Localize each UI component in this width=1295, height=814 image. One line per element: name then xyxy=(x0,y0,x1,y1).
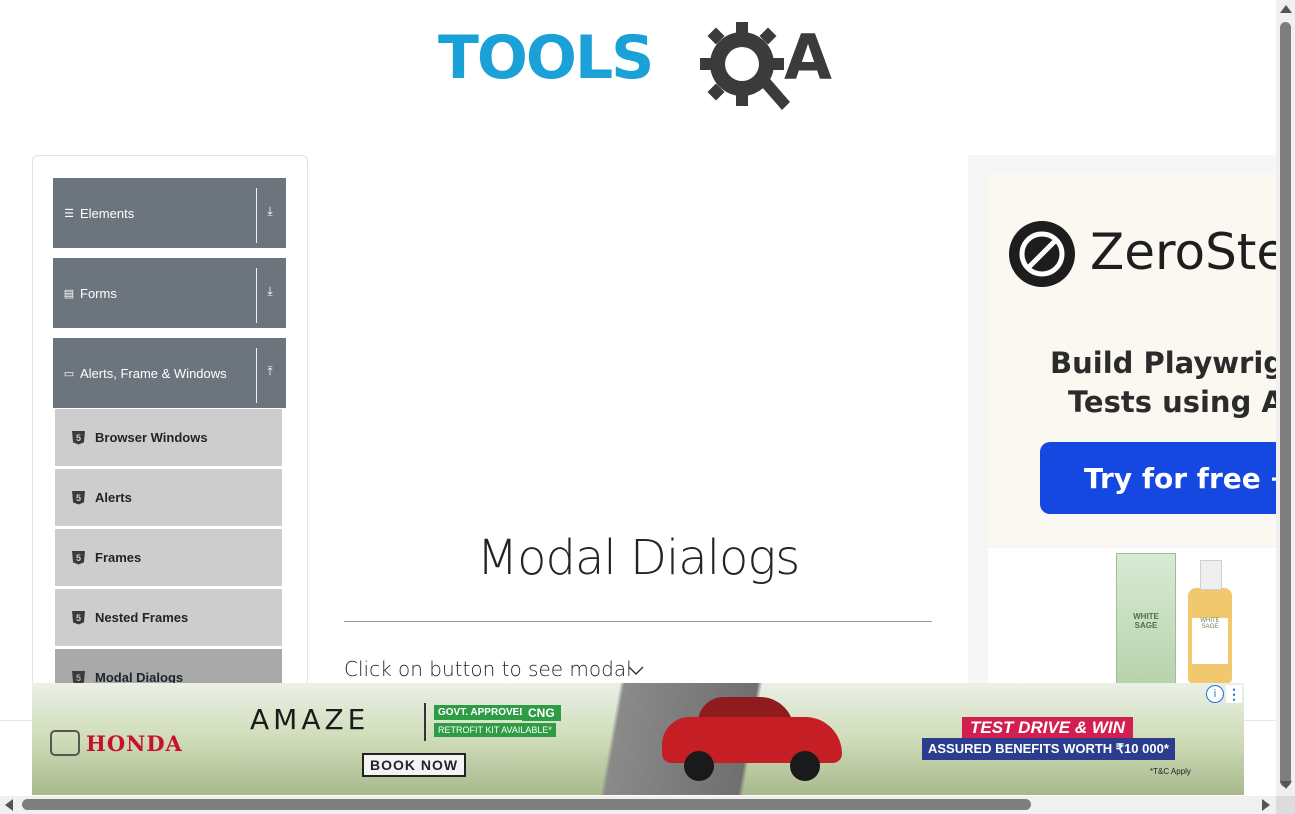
benefits-banner: ASSURED BENEFITS WORTH ₹10 000* xyxy=(922,738,1175,760)
product-box-label: WHITE SAGE xyxy=(1133,612,1159,630)
car-wheel xyxy=(684,751,714,781)
ad-more-options-icon[interactable]: ⋮ xyxy=(1226,685,1242,703)
group-forms[interactable]: ▤ Forms ⤓ xyxy=(53,258,286,328)
horizontal-scrollbar[interactable] xyxy=(0,796,1276,814)
gear-magnifier-icon xyxy=(700,22,790,110)
ad-model: AMAZE xyxy=(250,703,370,736)
vertical-scroll-thumb[interactable] xyxy=(1280,22,1291,787)
govt-approved-badge: GOVT. APPROVED xyxy=(434,705,531,720)
divider xyxy=(256,268,257,323)
html5-icon: 5 xyxy=(72,550,85,565)
product-image[interactable]: WHITE SAGE WHITE SAGE xyxy=(988,548,1276,685)
toolsqa-logo[interactable]: TOOLS A xyxy=(438,18,842,114)
divider xyxy=(256,348,257,403)
car-wheel xyxy=(790,751,820,781)
page-title: Modal Dialogs xyxy=(476,530,800,586)
bottom-advertisement[interactable]: HONDA AMAZE GOVT. APPROVED CNG RETROFIT … xyxy=(32,683,1244,795)
window-icon: ▭ xyxy=(63,367,75,380)
sidebar-item-alerts[interactable]: 5 Alerts xyxy=(55,469,282,526)
download-arrow-icon: ⤓ xyxy=(267,204,273,218)
horizontal-scroll-thumb[interactable] xyxy=(22,799,1031,810)
group-label: Elements xyxy=(80,205,135,221)
logo-text-a: A xyxy=(784,21,832,94)
title-divider xyxy=(344,621,932,622)
ad-headline-2: Tests using A xyxy=(1068,385,1276,419)
vertical-scrollbar[interactable] xyxy=(1276,0,1295,796)
right-advertisement[interactable]: ZeroSte Build Playwrigh Tests using A Tr… xyxy=(968,155,1276,685)
sidebar-item-label: Frames xyxy=(95,550,142,565)
group-elements[interactable]: ☰ Elements ⤓ xyxy=(53,178,286,248)
html5-icon: 5 xyxy=(72,490,85,505)
scrollbar-corner xyxy=(1276,796,1295,814)
spray-label: WHITE SAGE xyxy=(1192,618,1228,664)
divider xyxy=(256,188,257,243)
upload-arrow-icon: ⤒ xyxy=(267,364,273,378)
cng-badge: CNG xyxy=(522,705,561,721)
zerostep-logo-icon xyxy=(1009,221,1075,287)
product-box: WHITE SAGE xyxy=(1116,553,1176,685)
sidebar-item-label: Browser Windows xyxy=(95,430,208,445)
chevron-down-icon xyxy=(628,666,644,675)
html5-icon: 5 xyxy=(72,430,85,445)
scroll-up-arrow-icon[interactable] xyxy=(1280,5,1292,13)
ad-info-icon[interactable]: i xyxy=(1206,685,1224,703)
scroll-left-arrow-icon[interactable] xyxy=(5,799,13,811)
sidebar-item-browser-windows[interactable]: 5 Browser Windows xyxy=(55,409,282,466)
menu-icon: ☰ xyxy=(64,207,74,220)
divider xyxy=(424,703,426,741)
retrofit-badge: RETROFIT KIT AVAILABLE* xyxy=(434,723,556,737)
form-icon: ▤ xyxy=(63,287,75,300)
group-alerts-frame-windows[interactable]: ▭ Alerts, Frame & Windows ⤒ xyxy=(53,338,286,408)
spray-bottle: WHITE SAGE xyxy=(1188,560,1232,683)
instruction-text: Click on button to see modal xyxy=(344,657,632,681)
ad-headline-1: Build Playwrigh xyxy=(1050,346,1276,380)
test-drive-banner: TEST DRIVE & WIN xyxy=(962,717,1133,739)
logo-text-tools: TOOLS xyxy=(438,23,654,93)
honda-h-icon xyxy=(50,730,80,756)
honda-logo: HONDA xyxy=(50,730,183,756)
sidebar-item-frames[interactable]: 5 Frames xyxy=(55,529,282,586)
download-arrow-icon: ⤓ xyxy=(267,284,273,298)
sidebar-item-label: Nested Frames xyxy=(95,610,189,625)
honda-brand: HONDA xyxy=(86,730,183,756)
terms-text: *T&C Apply xyxy=(1150,767,1191,776)
ad-brand: ZeroSte xyxy=(1090,223,1276,281)
sidebar-item-label: Alerts xyxy=(95,490,132,505)
try-for-free-button[interactable]: Try for free → xyxy=(1040,442,1276,514)
book-now-button[interactable]: BOOK NOW xyxy=(362,753,467,777)
spray-cap xyxy=(1200,560,1222,590)
group-label: Alerts, Frame & Windows xyxy=(80,365,227,381)
scroll-down-arrow-icon[interactable] xyxy=(1280,781,1292,789)
car-image xyxy=(662,695,842,781)
group-label: Forms xyxy=(80,285,117,301)
scroll-right-arrow-icon[interactable] xyxy=(1262,799,1270,811)
ad-panel: ZeroSte Build Playwrigh Tests using A Tr… xyxy=(988,173,1276,545)
html5-icon: 5 xyxy=(72,610,85,625)
sidebar-item-nested-frames[interactable]: 5 Nested Frames xyxy=(55,589,282,646)
